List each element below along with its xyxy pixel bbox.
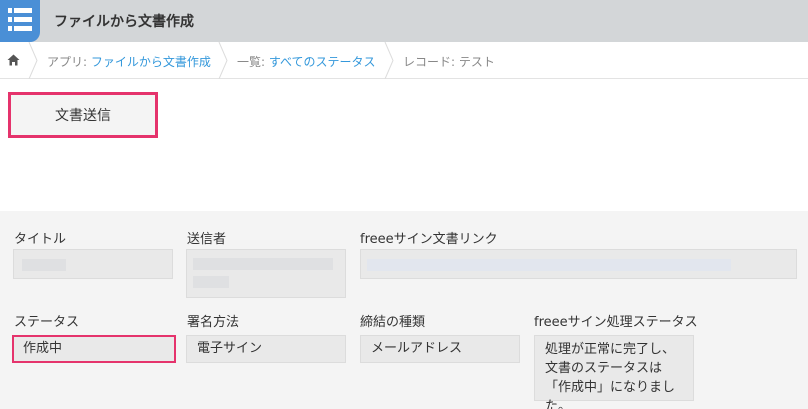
title-field[interactable]	[13, 249, 173, 279]
home-icon	[7, 54, 20, 66]
redacted-value	[193, 276, 229, 288]
breadcrumb-record: レコード: テスト	[403, 55, 495, 69]
sign-method-field[interactable]: 電子サイン	[186, 335, 346, 363]
field-label-sign-method: 署名方法	[187, 315, 240, 330]
status-field[interactable]: 作成中	[12, 335, 176, 363]
app-header: ファイルから文書作成	[0, 0, 808, 42]
breadcrumb-separator	[28, 42, 38, 79]
field-label-doc-link: freeeサイン文書リンク	[360, 232, 498, 247]
field-label-title: タイトル	[14, 232, 67, 247]
breadcrumb-app-link[interactable]: ファイルから文書作成	[91, 55, 211, 69]
breadcrumb-home[interactable]	[0, 42, 28, 79]
breadcrumb-list-prefix: 一覧:	[237, 55, 269, 69]
breadcrumb-app-prefix: アプリ:	[47, 55, 91, 69]
breadcrumb-list-link[interactable]: すべてのステータス	[269, 55, 376, 69]
breadcrumb-separator	[218, 42, 228, 79]
contract-type-field[interactable]: メールアドレス	[360, 335, 520, 363]
sender-field[interactable]	[186, 249, 346, 298]
doc-link-field[interactable]	[360, 249, 797, 279]
breadcrumb-separator	[384, 42, 394, 79]
field-label-sender: 送信者	[187, 232, 227, 247]
field-label-process-status: freeeサイン処理ステータス	[534, 315, 698, 330]
breadcrumb: アプリ: ファイルから文書作成 一覧: すべてのステータス レコード: テスト	[0, 42, 808, 79]
redacted-link	[367, 259, 731, 271]
process-status-value: 処理が正常に完了し、文書のステータスは「作成中」になりました。	[545, 342, 676, 409]
breadcrumb-list: 一覧: すべてのステータス	[237, 53, 376, 70]
breadcrumb-app: アプリ: ファイルから文書作成	[47, 53, 211, 70]
field-label-status: ステータス	[14, 315, 80, 330]
redacted-value	[22, 259, 66, 271]
field-label-contract-type: 締結の種類	[360, 315, 426, 330]
list-icon[interactable]	[0, 0, 40, 42]
send-document-button[interactable]: 文書送信	[8, 92, 158, 138]
record-details: タイトル 送信者 freeeサイン文書リンク ステータス 作成中 署名方法 電子…	[0, 211, 808, 409]
redacted-value	[193, 258, 333, 270]
contract-type-value: メールアドレス	[371, 341, 463, 356]
process-status-field[interactable]: 処理が正常に完了し、文書のステータスは「作成中」になりました。	[534, 335, 694, 409]
sign-method-value: 電子サイン	[197, 341, 263, 356]
app-title: ファイルから文書作成	[54, 14, 194, 30]
status-value: 作成中	[23, 341, 63, 356]
